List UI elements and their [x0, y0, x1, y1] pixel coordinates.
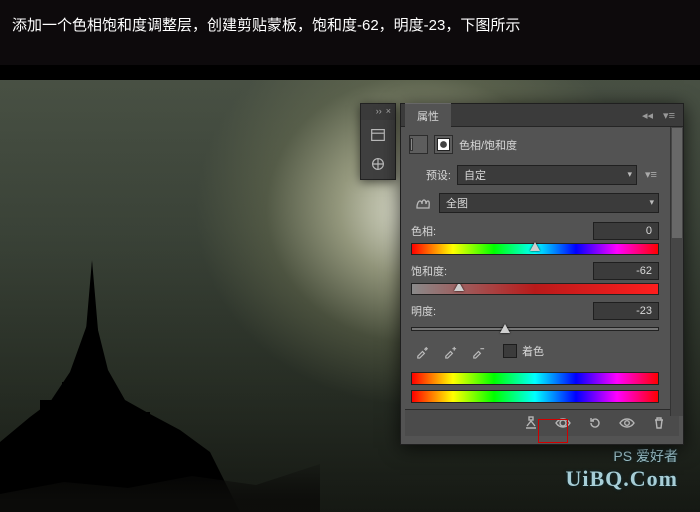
instruction-caption: 添加一个色相饱和度调整层，创建剪贴蒙板，饱和度-62，明度-23，下图所示 — [0, 0, 700, 65]
colorize-label: 着色 — [522, 343, 544, 359]
hue-range-strip[interactable] — [411, 372, 659, 403]
lightness-thumb[interactable] — [500, 324, 510, 333]
channel-select[interactable]: 全图 ▾ — [439, 193, 659, 213]
eyedropper-subtract-icon[interactable] — [469, 342, 487, 360]
eyedropper-add-icon[interactable] — [441, 342, 459, 360]
preset-select[interactable]: 自定 ▾ — [457, 165, 637, 185]
preset-label: 预设: — [411, 167, 451, 183]
hue-label: 色相: — [411, 223, 436, 239]
colorize-checkbox[interactable]: 着色 — [503, 343, 544, 359]
panel-menu-icon[interactable]: ▾≡ — [663, 109, 675, 122]
close-icon[interactable]: × — [386, 106, 391, 118]
preset-value: 自定 — [464, 167, 486, 183]
view-previous-icon[interactable] — [555, 414, 571, 432]
panel-shortcut-1[interactable] — [363, 121, 393, 149]
castle-silhouette — [0, 252, 260, 512]
hue-thumb[interactable] — [530, 242, 540, 251]
channel-value: 全图 — [446, 195, 468, 211]
watermark-site: UiBQ.Com — [566, 465, 679, 494]
visibility-icon[interactable] — [619, 414, 635, 432]
saturation-thumb[interactable] — [454, 283, 464, 291]
lightness-label: 明度: — [411, 303, 436, 319]
hue-slider[interactable] — [411, 243, 659, 255]
mask-icon[interactable] — [434, 135, 453, 154]
lightness-slider[interactable] — [411, 327, 659, 331]
reset-icon[interactable] — [587, 414, 603, 432]
hue-field[interactable] — [593, 222, 659, 240]
mini-toolbox: ›› × — [360, 103, 396, 180]
watermark-brand: PS 爱好者 — [566, 447, 679, 465]
adjustment-title-row: 色相/饱和度 — [405, 131, 665, 162]
trash-icon[interactable] — [651, 414, 667, 432]
targeted-adjust-icon[interactable] — [411, 194, 433, 212]
panel-footer — [405, 409, 679, 436]
panel-shortcut-2[interactable] — [363, 150, 393, 178]
collapse-chevron-icon[interactable]: ◂◂ — [642, 109, 653, 122]
watermark: PS 爱好者 UiBQ.Com — [566, 447, 679, 494]
preset-menu-icon[interactable]: ▾≡ — [645, 168, 659, 182]
properties-panel: 属性 ◂◂ ▾≡ 色相/饱和度 预设: 自定 ▾ ▾≡ — [400, 103, 684, 445]
saturation-field[interactable] — [593, 262, 659, 280]
chevron-down-icon: ▾ — [627, 169, 632, 180]
saturation-label: 饱和度: — [411, 263, 447, 279]
adjustment-icon — [409, 135, 428, 154]
chevron-down-icon: ▾ — [649, 197, 654, 208]
saturation-slider[interactable] — [411, 283, 659, 295]
tab-properties[interactable]: 属性 — [405, 103, 451, 128]
mini-toolbox-header: ›› × — [361, 104, 395, 120]
panel-tabbar: 属性 ◂◂ ▾≡ — [401, 104, 683, 127]
eyedropper-icon[interactable] — [413, 342, 431, 360]
collapse-icon[interactable]: ›› — [376, 106, 382, 118]
lightness-field[interactable] — [593, 302, 659, 320]
clip-to-layer-icon[interactable] — [523, 414, 539, 432]
adjustment-title: 色相/饱和度 — [459, 137, 517, 153]
panel-scrollbar[interactable] — [670, 127, 683, 416]
checkbox-box — [503, 344, 517, 358]
